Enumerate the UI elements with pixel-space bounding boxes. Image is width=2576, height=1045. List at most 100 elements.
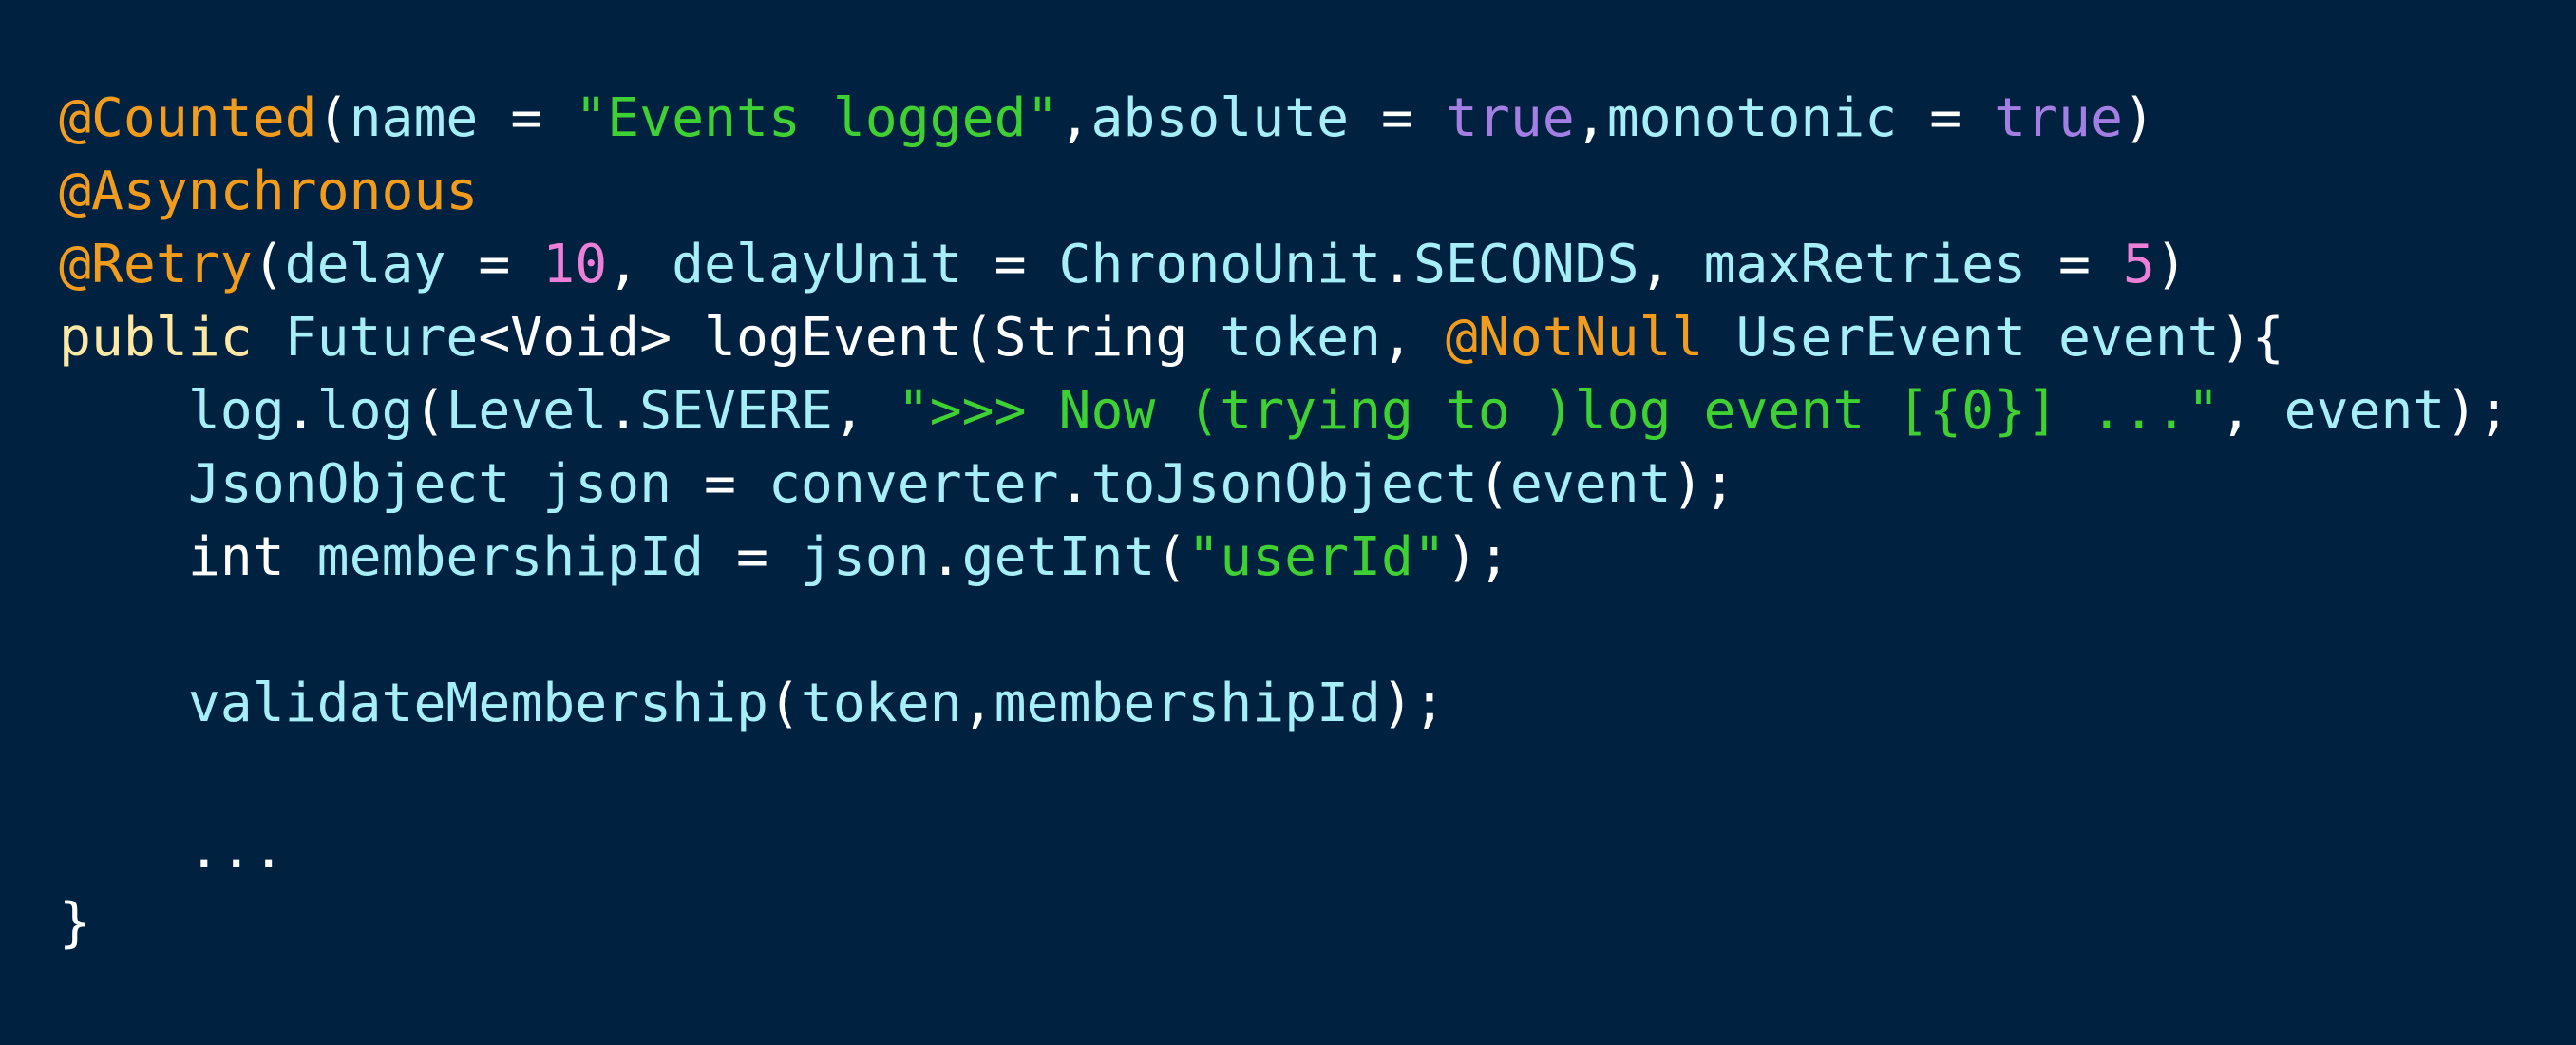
code-line: JsonObject json = converter.toJsonObject… — [59, 447, 2510, 521]
code-token-ident: Future — [284, 307, 479, 369]
code-token-punct: . — [284, 380, 317, 442]
code-token-plain: logEvent — [704, 307, 962, 369]
code-line: ​ — [59, 740, 2510, 813]
code-line: } — [59, 886, 2510, 960]
code-token-ident: membershipId — [994, 673, 1381, 734]
code-token-ident: JsonObject — [187, 453, 511, 515]
code-block: @Counted(name = "Events logged",absolute… — [59, 82, 2510, 960]
code-token-ident: getInt — [961, 526, 1156, 588]
code-token-ident: Level — [445, 380, 608, 442]
code-token-plain: int — [187, 526, 285, 588]
code-token-punct: , — [2219, 380, 2284, 442]
code-token-number: 5 — [2122, 234, 2155, 295]
code-token-ident: toJsonObject — [1090, 453, 1478, 515]
code-token-punct: <Void> — [478, 307, 705, 369]
code-token-ident: converter — [767, 453, 1059, 515]
code-token-ident: event — [2283, 380, 2446, 442]
code-token-boolean: true — [1445, 87, 1575, 149]
code-token-boolean: true — [1994, 87, 2123, 149]
code-token-punct: = — [672, 453, 768, 515]
code-token-punct: = — [445, 234, 543, 295]
code-token-punct: . — [1381, 234, 1413, 295]
code-line: @Counted(name = "Events logged",absolute… — [59, 82, 2510, 155]
code-token-punct: ); — [1445, 526, 1510, 588]
code-token-punct: . — [607, 380, 640, 442]
code-token-punct: ); — [1671, 453, 1736, 515]
code-line: @Asynchronous — [59, 155, 2510, 228]
code-token-punct: ( — [1477, 453, 1510, 515]
code-token-punct: ); — [2445, 380, 2510, 442]
code-token-ident: token — [800, 673, 962, 734]
code-token-punct: ) — [2154, 234, 2188, 295]
code-token-punct: ( — [1155, 526, 1188, 588]
code-line: validateMembership(token,membershipId); — [59, 667, 2510, 740]
code-token-punct: , — [832, 380, 898, 442]
code-token-punct: ( — [961, 307, 994, 369]
code-token-punct: , — [1638, 234, 1704, 295]
code-token-ident: log — [187, 380, 285, 442]
code-line: log.log(Level.SEVERE, ">>> Now (trying t… — [59, 374, 2510, 447]
code-token-punct: = — [478, 87, 576, 149]
code-token-punct: , — [961, 673, 994, 734]
code-token-punct: ( — [413, 380, 446, 442]
code-token-ident: membershipId — [316, 526, 705, 588]
code-token-string: "userId" — [1187, 526, 1446, 588]
code-token-ident: event — [2057, 307, 2220, 369]
code-token-punct: ( — [252, 234, 285, 295]
code-token-punct: = — [704, 526, 801, 588]
code-line: ... — [59, 813, 2510, 886]
code-token-ident: json — [542, 453, 672, 515]
code-line: @Retry(delay = 10, delayUnit = ChronoUni… — [59, 228, 2510, 301]
code-token-punct: ); — [1381, 673, 1446, 734]
code-token-punct: ) — [2122, 87, 2155, 149]
code-token-punct: , — [1574, 87, 1607, 149]
code-token-ident: delay — [284, 234, 446, 295]
code-snippet-panel: @Counted(name = "Events logged",absolute… — [0, 0, 2576, 1045]
code-token-ident: maxRetries — [1703, 234, 2027, 295]
code-token-punct: = — [961, 234, 1059, 295]
code-token-plain: String — [994, 307, 1188, 369]
code-token-ident: absolute — [1090, 87, 1350, 149]
code-token-annotation: @Retry — [59, 234, 253, 295]
code-token-ident: SECONDS — [1412, 234, 1639, 295]
code-token-ident: ChronoUnit — [1058, 234, 1382, 295]
code-token-keyword: public — [59, 307, 253, 369]
code-token-ident: validateMembership — [187, 673, 768, 734]
code-token-annotation: @NotNull — [1445, 307, 1704, 369]
code-token-ident: log — [316, 380, 414, 442]
code-token-punct: . — [929, 526, 962, 588]
code-token-punct: , — [607, 234, 672, 295]
code-token-punct: . — [1058, 453, 1091, 515]
code-token-punct: ( — [767, 673, 801, 734]
code-token-punct: } — [59, 892, 91, 954]
code-token-ident: delayUnit — [672, 234, 962, 295]
code-token-plain: ... — [187, 819, 285, 881]
code-token-punct: = — [2026, 234, 2123, 295]
code-token-ident: UserEvent — [1735, 307, 2027, 369]
code-token-punct: ( — [316, 87, 350, 149]
code-token-punct: , — [1058, 87, 1091, 149]
code-token-string: ">>> Now (trying to )log event [{0}] ...… — [897, 380, 2220, 442]
code-token-annotation: @Counted — [59, 87, 317, 149]
code-token-punct: = — [1349, 87, 1446, 149]
code-token-punct: = — [1897, 87, 1995, 149]
code-token-string: "Events logged" — [575, 87, 1059, 149]
code-token-ident: event — [1509, 453, 1672, 515]
code-line: int membershipId = json.getInt("userId")… — [59, 521, 2510, 594]
code-line: public Future<Void> logEvent(String toke… — [59, 301, 2510, 374]
code-token-ident: name — [349, 87, 479, 149]
code-token-ident: json — [800, 526, 930, 588]
code-token-punct: ){ — [2219, 307, 2284, 369]
code-token-annotation: @Asynchronous — [59, 161, 479, 222]
